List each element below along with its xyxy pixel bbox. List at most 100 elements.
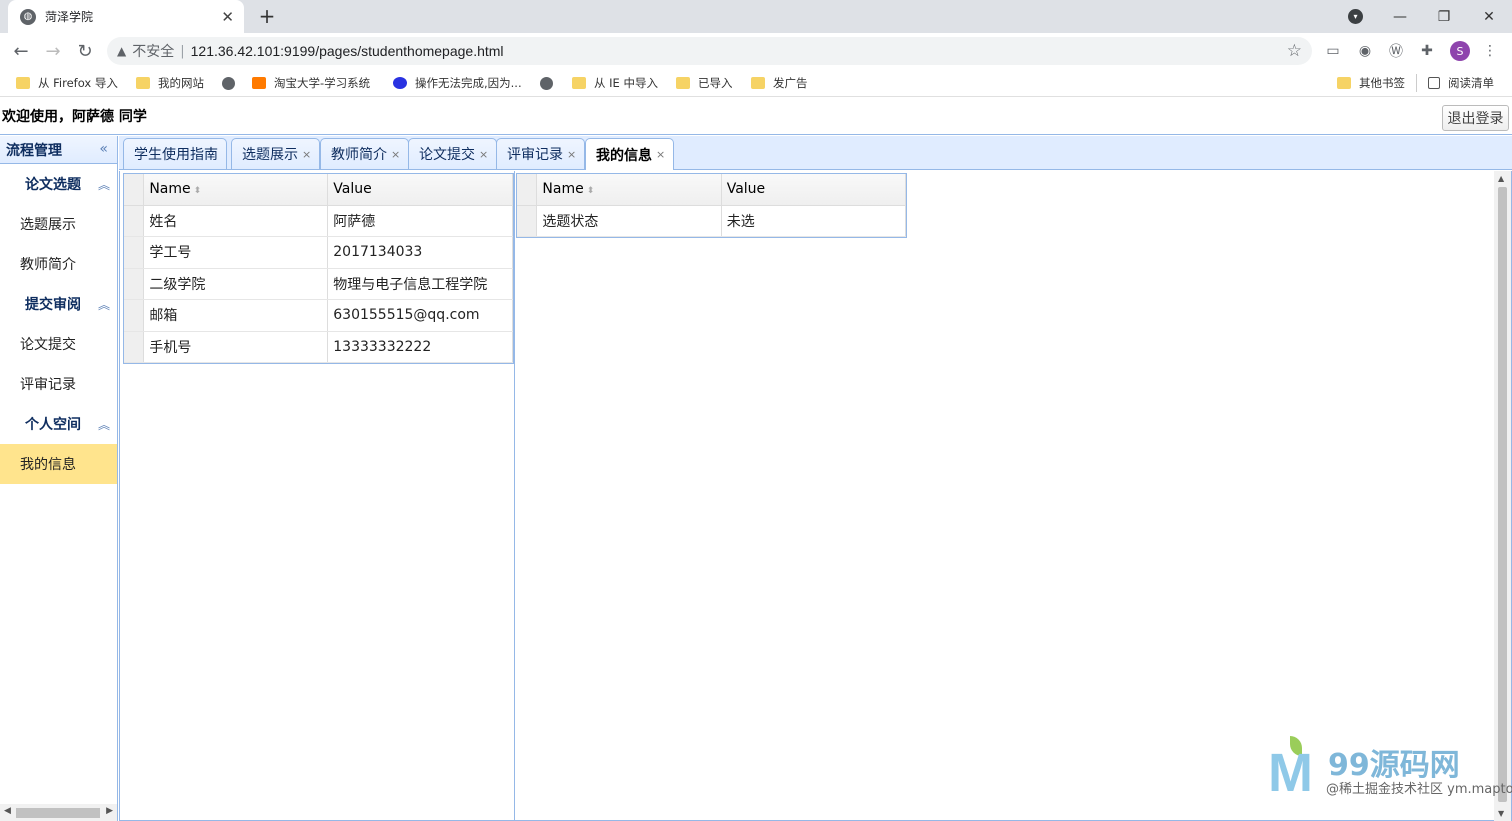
tab-close-icon[interactable]: × [302,148,311,161]
table-row[interactable]: 学工号 2017134033 [124,236,513,269]
url-text: 121.36.42.101:9199/pages/studenthomepage… [190,43,504,59]
sidebar-item-thesis-submit[interactable]: 论文提交 [0,324,117,364]
table-row[interactable]: 邮箱 630155515@qq.com [124,299,513,332]
tab-panel-body: Name ⬍ Value 姓名 阿萨德 学工号 2017134033 二级学院 物理与电… [119,171,1512,821]
new-tab-button[interactable]: + [255,4,279,28]
topic-status-grid: Name ⬍ Value 选题状态 未选 [516,173,907,238]
scroll-right-icon[interactable]: ▶ [106,806,113,816]
sidebar-group-submit-review[interactable]: 提交审阅 ︽ [0,284,117,324]
bookmark-item[interactable] [222,74,243,92]
sidebar-item-review-records[interactable]: 评审记录 [0,364,117,404]
bookmark-separator [1416,74,1417,92]
sort-icon[interactable]: ⬍ [587,186,595,196]
bookmark-item[interactable]: 淘宝大学-学习系统 [252,74,370,92]
tab-close-icon[interactable]: × [391,148,400,161]
cell-value[interactable]: 未选 [721,205,907,237]
sort-icon[interactable]: ⬍ [194,186,202,196]
sidebar-group-thesis-topic[interactable]: 论文选题 ︽ [0,164,117,204]
address-bar[interactable]: ▲ 不安全 | 121.36.42.101:9199/pages/student… [107,37,1312,65]
bookmark-item[interactable]: 其他书签 [1337,74,1405,92]
bookmark-label: 已导入 [698,76,733,90]
insecure-label: 不安全 [132,44,175,60]
cell-name: 手机号 [143,331,329,363]
cell-value[interactable]: 2017134033 [327,236,513,269]
scroll-down-icon[interactable]: ▼ [1498,809,1504,818]
close-window-icon[interactable]: ✕ [1466,0,1512,33]
tab-close-icon[interactable]: × [656,148,665,161]
restore-icon[interactable]: ❐ [1421,0,1467,33]
tab-review-records[interactable]: 评审记录 × [496,138,586,169]
top-header: 欢迎使用，阿萨德 同学 退出登录 [0,100,1512,135]
chevron-up-icon[interactable]: ︽ [98,416,110,433]
extension-w-icon[interactable]: Ⓦ [1387,42,1405,60]
warning-icon: ▲ [117,44,127,58]
bookmark-item[interactable]: 我的网站 [136,74,204,92]
row-number [517,205,538,237]
tab-my-info[interactable]: 我的信息 × [585,138,675,170]
forward-icon[interactable]: → [41,39,65,63]
cell-value[interactable]: 物理与电子信息工程学院 [327,268,513,300]
column-header-name[interactable]: Name ⬍ [143,174,329,206]
tab-search-icon[interactable]: ▾ [1348,9,1363,24]
camera-icon[interactable]: ◉ [1356,42,1374,60]
chevron-up-icon[interactable]: ︽ [98,176,110,193]
chevron-up-icon[interactable]: ︽ [98,296,110,313]
personal-info-grid: Name ⬍ Value 姓名 阿萨德 学工号 2017134033 二级学院 物理与电… [123,173,514,364]
collapse-double-left-icon[interactable]: « [99,141,108,157]
puzzle-icon[interactable]: ✚ [1418,42,1436,60]
bookmark-item[interactable]: 操作无法完成,因为... [393,74,522,92]
sidebar-group-personal-space[interactable]: 个人空间 ︽ [0,404,117,444]
sidebar-group-label: 提交审阅 [25,297,81,313]
bookmark-item[interactable] [540,74,561,92]
minimize-icon[interactable]: — [1377,0,1423,33]
column-header-name[interactable]: Name ⬍ [536,174,722,206]
welcome-text: 欢迎使用，阿萨德 同学 [2,109,147,125]
tab-close-icon[interactable]: × [479,148,488,161]
scrollbar-thumb[interactable] [16,808,100,818]
column-header-value[interactable]: Value [721,174,907,206]
scroll-left-icon[interactable]: ◀ [4,806,11,816]
sidebar-item-teacher-intro[interactable]: 教师简介 [0,244,117,284]
tab-student-guide[interactable]: 学生使用指南 [123,138,227,169]
cast-icon[interactable]: ▭ [1324,42,1342,60]
bookmark-item[interactable]: 发广告 [751,74,808,92]
cell-value[interactable]: 630155515@qq.com [327,299,513,332]
table-row[interactable]: 二级学院 物理与电子信息工程学院 [124,268,513,300]
bookmark-item[interactable]: 从 Firefox 导入 [16,74,118,92]
tab-label: 论文提交 [419,147,475,163]
folder-icon [676,77,690,89]
sidebar-group-label: 论文选题 [25,177,81,193]
cell-value[interactable]: 13333332222 [327,331,513,363]
tab-thesis-submit[interactable]: 论文提交 × [408,138,498,169]
sidebar-horizontal-scrollbar[interactable]: ◀ ▶ [0,804,117,821]
bookmark-item[interactable]: 从 IE 中导入 [572,74,658,92]
table-row[interactable]: 选题状态 未选 [517,205,907,237]
vertical-scrollbar[interactable]: ▲ ▼ [1494,171,1511,821]
grid-header-row: Name ⬍ Value [517,174,907,206]
folder-icon [1337,77,1351,89]
sidebar-item-topic-display[interactable]: 选题展示 [0,204,117,244]
column-header-value[interactable]: Value [327,174,513,206]
scrollbar-thumb[interactable] [1498,187,1507,802]
logout-button[interactable]: 退出登录 [1442,105,1509,131]
bookmark-item[interactable]: 已导入 [676,74,733,92]
bookmark-item[interactable]: 阅读清单 [1428,74,1494,92]
bookmark-star-icon[interactable]: ☆ [1287,41,1302,61]
menu-icon[interactable]: ⋮ [1481,42,1499,60]
browser-tab[interactable]: ◍ 菏泽学院 ✕ [8,0,244,33]
tab-close-icon[interactable]: × [567,148,576,161]
tab-teacher-intro[interactable]: 教师简介 × [320,138,410,169]
panel-splitter[interactable] [514,171,515,821]
sidebar-item-my-info[interactable]: 我的信息 [0,444,117,484]
back-icon[interactable]: ← [9,39,33,63]
profile-avatar[interactable]: S [1450,41,1470,61]
table-row[interactable]: 手机号 13333332222 [124,331,513,363]
page-tabs: 学生使用指南 选题展示 × 教师简介 × 论文提交 × 评审记录 × 我的信息 … [119,136,1512,170]
table-row[interactable]: 姓名 阿萨德 [124,205,513,237]
scroll-up-icon[interactable]: ▲ [1498,174,1504,183]
reload-icon[interactable]: ↻ [73,39,97,63]
tab-close-icon[interactable]: ✕ [221,8,234,26]
row-number-header [517,174,538,206]
cell-value[interactable]: 阿萨德 [327,205,513,237]
tab-topic-display[interactable]: 选题展示 × [231,138,321,169]
